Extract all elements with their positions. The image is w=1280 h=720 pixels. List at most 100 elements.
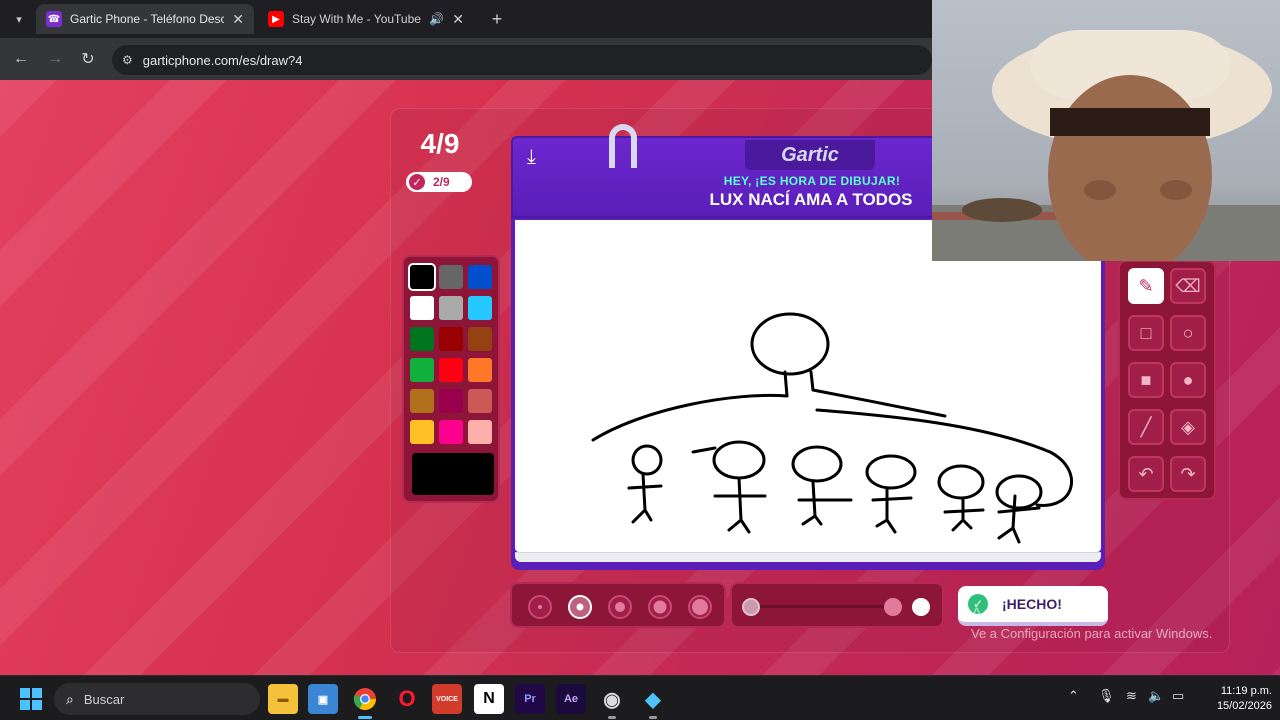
- color-swatch[interactable]: [410, 327, 434, 351]
- eraser-icon[interactable]: ⌫: [1170, 268, 1206, 304]
- battery-icon[interactable]: ▭: [1172, 688, 1184, 704]
- tab-search-menu-icon[interactable]: ▾: [8, 8, 30, 30]
- url-text: garticphone.com/es/draw?4: [142, 52, 303, 68]
- players-done-count: 2/9: [433, 175, 450, 189]
- color-swatch[interactable]: [439, 265, 463, 289]
- draw-prompt: HEY, ¡ES HORA DE DIBUJAR!: [723, 174, 901, 188]
- drawing-canvas[interactable]: [515, 220, 1101, 552]
- download-icon[interactable]: ⤓: [527, 146, 536, 169]
- obs-icon[interactable]: ◉: [597, 684, 627, 719]
- microphone-icon[interactable]: 🎙: [1098, 688, 1115, 704]
- store-icon[interactable]: ▣: [308, 684, 338, 714]
- search-placeholder: Buscar: [83, 691, 125, 707]
- tab-title: Stay With Me - YouTube: [292, 12, 421, 26]
- phrase-to-draw: LUX NACÍ AMA A TODOS: [709, 190, 913, 209]
- close-tab-icon[interactable]: ✕: [452, 11, 464, 28]
- speaker-icon[interactable]: 🔊: [429, 12, 444, 26]
- clock-time: 11:19 p.m.: [1220, 685, 1272, 697]
- new-tab-button[interactable]: +: [486, 8, 508, 30]
- gartic-logo: Gartic: [745, 140, 875, 170]
- color-swatch[interactable]: [410, 358, 434, 382]
- opera-icon[interactable]: O: [392, 684, 422, 714]
- drawing-strokes: [591, 312, 1073, 544]
- youtube-icon: ▶: [268, 11, 284, 27]
- webcam-person-image: [932, 30, 1280, 261]
- back-arrow-icon[interactable]: ←: [10, 48, 32, 70]
- current-color-preview: [412, 453, 494, 495]
- activate-windows-subtitle: Ve a Configuración para activar Windows.: [971, 626, 1213, 641]
- notion-icon[interactable]: N: [474, 684, 504, 714]
- undo-icon[interactable]: ↶: [1128, 456, 1164, 492]
- brush-size-3[interactable]: [608, 595, 632, 619]
- slider-track: [750, 605, 900, 608]
- system-clock[interactable]: 11:19 p.m. 15/02/2026: [1198, 684, 1272, 714]
- opacity-slider[interactable]: [730, 582, 944, 628]
- brush-size-5[interactable]: [688, 595, 712, 619]
- tab-youtube[interactable]: ▶ Stay With Me - YouTube 🔊 ✕: [258, 4, 474, 34]
- tab-gartic[interactable]: ☎ Gartic Phone - Teléfono Descon ✕: [36, 4, 254, 34]
- windows-taskbar: ⌕ Buscar ▬ ▣ O VOICE N Pr Ae ◉ ◆ ⌃ 🎙 ≋ 🔈…: [0, 675, 1280, 720]
- circle-outline-icon[interactable]: ○: [1170, 315, 1206, 351]
- redo-icon[interactable]: ↷: [1170, 456, 1206, 492]
- chevron-up-icon[interactable]: ⌃: [1068, 688, 1079, 704]
- gartic-icon: ☎: [46, 11, 62, 27]
- taskbar-search[interactable]: ⌕ Buscar: [54, 683, 260, 715]
- color-swatch[interactable]: [468, 358, 492, 382]
- brush-size-selector: [510, 582, 726, 628]
- color-swatch[interactable]: [410, 420, 434, 444]
- app-icon[interactable]: ◆: [638, 684, 668, 719]
- reload-icon[interactable]: ↻: [77, 48, 99, 70]
- color-swatch[interactable]: [439, 389, 463, 413]
- fill-bucket-icon[interactable]: ◈: [1170, 409, 1206, 445]
- pencil-icon[interactable]: ✎: [1128, 268, 1164, 304]
- voicemeeter-icon[interactable]: VOICE: [432, 684, 462, 714]
- windows-start-icon[interactable]: [20, 688, 42, 710]
- color-swatch[interactable]: [408, 263, 436, 291]
- color-swatch[interactable]: [439, 296, 463, 320]
- brush-size-4[interactable]: [648, 595, 672, 619]
- canvas-frame: [511, 218, 1105, 570]
- premiere-icon[interactable]: Pr: [515, 684, 545, 714]
- canvas-edge: [515, 552, 1101, 562]
- slider-max-indicator: [912, 598, 930, 616]
- color-swatch[interactable]: [468, 265, 492, 289]
- slider-handle[interactable]: [884, 598, 902, 616]
- clock-date: 15/02/2026: [1216, 700, 1272, 712]
- color-swatch[interactable]: [468, 420, 492, 444]
- forward-arrow-icon[interactable]: →: [44, 48, 66, 70]
- color-palette: [402, 255, 500, 503]
- brush-size-1[interactable]: [528, 595, 552, 619]
- after-effects-icon[interactable]: Ae: [556, 684, 586, 714]
- chrome-icon[interactable]: [350, 684, 380, 719]
- omnibox[interactable]: ⚙ garticphone.com/es/draw?4: [112, 45, 932, 75]
- site-settings-icon[interactable]: ⚙: [122, 53, 133, 67]
- round-counter: 4/9: [420, 128, 460, 159]
- color-swatch[interactable]: [439, 358, 463, 382]
- brush-size-2[interactable]: [568, 595, 592, 619]
- check-icon: ✓: [409, 174, 425, 190]
- line-icon[interactable]: ╱: [1128, 409, 1164, 445]
- color-swatch[interactable]: [468, 296, 492, 320]
- tab-title: Gartic Phone - Teléfono Descon: [70, 12, 225, 26]
- drawing-header: ⤓ Gartic HEY, ¡ES HORA DE DIBUJAR! LUX N…: [511, 124, 941, 218]
- color-swatch[interactable]: [468, 327, 492, 351]
- webcam-overlay: [932, 0, 1280, 261]
- rect-fill-icon[interactable]: ■: [1128, 362, 1164, 398]
- color-swatch[interactable]: [410, 389, 434, 413]
- search-icon: ⌕: [66, 690, 74, 707]
- clip-icon: [609, 124, 637, 168]
- tool-panel: ✎ ⌫ □ ○ ■ ● ╱ ◈ ↶ ↷: [1118, 260, 1216, 500]
- players-done-badge: ✓ 2/9: [406, 172, 472, 192]
- circle-fill-icon[interactable]: ●: [1170, 362, 1206, 398]
- speaker-icon[interactable]: 🔈: [1148, 688, 1164, 704]
- close-tab-icon[interactable]: ✕: [232, 11, 244, 28]
- activate-windows-title: Activar Windows: [971, 604, 1097, 623]
- file-explorer-icon[interactable]: ▬: [268, 684, 298, 714]
- color-swatch[interactable]: [468, 389, 492, 413]
- wifi-icon[interactable]: ≋: [1126, 688, 1137, 704]
- slider-min-knob[interactable]: [742, 598, 760, 616]
- color-swatch[interactable]: [439, 327, 463, 351]
- rect-outline-icon[interactable]: □: [1128, 315, 1164, 351]
- color-swatch[interactable]: [439, 420, 463, 444]
- color-swatch[interactable]: [410, 296, 434, 320]
